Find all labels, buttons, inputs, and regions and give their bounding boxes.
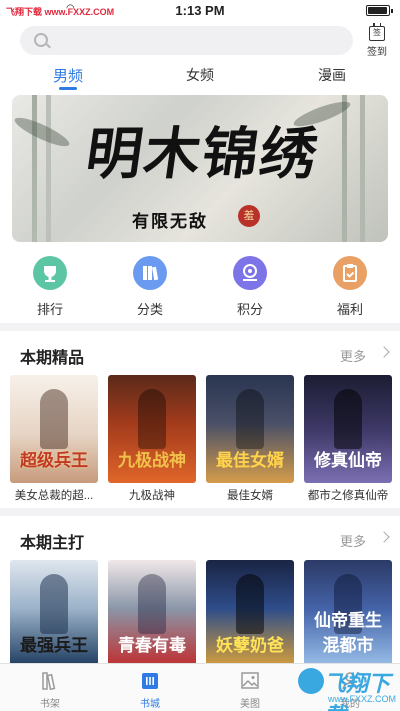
cover-title: 最佳女婿	[216, 451, 284, 471]
cover-title: 青春有毒	[118, 636, 186, 656]
cover-title: 超级兵王	[20, 451, 88, 471]
calendar-icon: 签	[369, 23, 385, 41]
section-title: 本期精品	[20, 350, 85, 367]
cover-title: 修真仙帝	[314, 451, 382, 471]
trophy-icon	[33, 256, 67, 290]
section-divider	[0, 323, 400, 331]
battery-icon	[366, 5, 393, 16]
nav-label: 书城	[140, 699, 160, 710]
chevron-right-icon[interactable]	[378, 531, 390, 543]
tab-female[interactable]: 女频	[170, 65, 230, 85]
bamboo-decoration	[32, 95, 37, 242]
cover-title: 仙帝重生混都市	[314, 611, 382, 656]
search-bar[interactable]	[20, 26, 353, 55]
tab-label: 漫画	[318, 67, 346, 83]
book-cover[interactable]: 仙帝重生混都市	[304, 560, 392, 668]
featured-banner[interactable]: 明木锦绣 有限无敌 羞	[12, 95, 388, 242]
book-cover[interactable]: 超级兵王	[10, 375, 98, 483]
quick-nav-label: 排行	[36, 302, 63, 317]
tab-label: 女频	[186, 67, 214, 83]
gift-clipboard-icon	[333, 256, 367, 290]
quick-nav-label: 福利	[336, 302, 363, 317]
status-time: 1:13 PM	[175, 3, 225, 18]
bookstore-icon	[142, 673, 158, 689]
tab-comic[interactable]: 漫画	[302, 65, 362, 85]
watermark-logo-icon	[298, 668, 324, 694]
points-icon	[233, 256, 267, 290]
banner-title: 明木锦绣	[81, 121, 324, 187]
nav-label: 书架	[40, 699, 60, 710]
section-divider	[0, 508, 400, 516]
cover-title: 妖孽奶爸	[216, 636, 284, 656]
bamboo-decoration	[342, 95, 347, 242]
book-cover[interactable]: 妖孽奶爸	[206, 560, 294, 668]
section-title: 本期主打	[20, 535, 85, 552]
nav-label: 美图	[240, 699, 260, 710]
tab-label: 男频	[52, 68, 83, 85]
watermark-url: www.FXXZ.COM	[328, 694, 397, 704]
search-icon	[34, 33, 48, 47]
chevron-right-icon[interactable]	[378, 346, 390, 358]
tab-male[interactable]: 男频	[38, 65, 98, 90]
status-bar: 飞翔下载 www.FXXZ.COM ◠ 1:13 PM	[0, 0, 400, 22]
bamboo-decoration	[46, 95, 51, 242]
book-cover[interactable]: 青春有毒	[108, 560, 196, 668]
book-cover[interactable]: 九极战神	[108, 375, 196, 483]
quick-nav: 排行 分类 积分 福利	[0, 252, 400, 322]
category-tabs: 男频 女频 漫画	[0, 60, 400, 90]
section-header-headline: 本期主打 更多	[0, 525, 400, 553]
bookshelf-icon	[42, 672, 56, 691]
book-cover[interactable]: 最强兵王	[10, 560, 98, 668]
active-tab-indicator	[59, 87, 77, 90]
quick-nav-label: 积分	[236, 302, 263, 317]
more-link[interactable]: 更多	[340, 531, 366, 550]
image-icon	[241, 672, 259, 689]
watermark-text: 飞翔下载	[324, 672, 391, 711]
books-icon	[133, 256, 167, 290]
watermark: 飞翔下载 www.FXXZ.COM	[298, 664, 398, 711]
book-title[interactable]: 美女总裁的超...	[4, 487, 104, 503]
banner-seal: 羞	[238, 205, 260, 227]
checkin-button[interactable]: 签 签到	[360, 23, 394, 58]
book-cover[interactable]: 最佳女婿	[206, 375, 294, 483]
checkin-label: 签到	[367, 47, 387, 58]
cover-title: 九极战神	[118, 451, 186, 471]
section-header-featured: 本期精品 更多	[0, 340, 400, 368]
quick-nav-label: 分类	[136, 302, 163, 317]
book-title[interactable]: 都市之修真仙帝	[298, 487, 398, 503]
book-title[interactable]: 最佳女婿	[200, 487, 300, 503]
more-link[interactable]: 更多	[340, 346, 366, 365]
bamboo-decoration	[360, 95, 365, 242]
book-cover[interactable]: 修真仙帝	[304, 375, 392, 483]
cover-title: 最强兵王	[20, 636, 88, 656]
banner-author: 有限无敌	[132, 212, 208, 232]
leaf-decoration	[12, 112, 73, 152]
book-title[interactable]: 九极战神	[102, 487, 202, 503]
search-input[interactable]	[56, 30, 336, 51]
